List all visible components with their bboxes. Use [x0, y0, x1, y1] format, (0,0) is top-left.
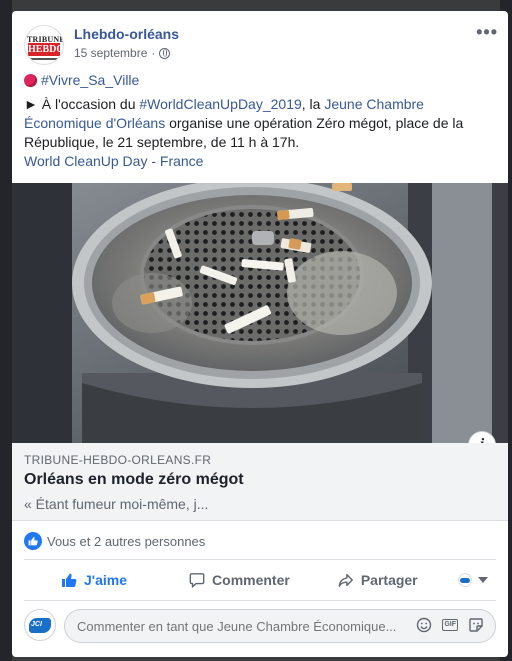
commenter-avatar[interactable]: JCI: [24, 609, 56, 641]
background-left: [0, 0, 12, 661]
reactions-text[interactable]: Vous et 2 autres personnes: [47, 534, 205, 549]
share-icon: [338, 573, 353, 587]
comment-label: Commenter: [212, 572, 290, 588]
red-circle-icon: [24, 74, 37, 87]
more-options-icon[interactable]: •••: [476, 23, 498, 41]
post-header: TRIBUNE HEBDO Lhebdo-orléans 15 septembr…: [22, 23, 498, 67]
comment-tools: GIF: [416, 617, 484, 633]
post-meta: 15 septembre ·: [74, 46, 171, 60]
hashtag-vivre-sa-ville[interactable]: #Vivre_Sa_Ville: [41, 72, 139, 88]
reactions-summary[interactable]: Vous et 2 autres personnes: [24, 531, 496, 551]
audience-selector[interactable]: [458, 573, 488, 587]
meta-separator: ·: [151, 46, 156, 60]
post-card: TRIBUNE HEBDO Lhebdo-orléans 15 septembr…: [12, 11, 508, 657]
like-button[interactable]: J'aime: [61, 572, 127, 588]
link-preview[interactable]: TRIBUNE-HEBDO-ORLEANS.FR Orléans en mode…: [12, 443, 508, 521]
gif-icon[interactable]: GIF: [442, 619, 458, 631]
thumbs-up-icon: [62, 573, 77, 587]
comment-composer: JCI GIF: [24, 609, 496, 643]
post-date[interactable]: 15 septembre: [74, 46, 147, 60]
like-reaction-icon: [24, 532, 42, 550]
sticker-icon[interactable]: [468, 617, 484, 633]
page-name-link[interactable]: Lhebdo-orléans: [74, 26, 179, 42]
avatar-logo-line2: HEBDO: [28, 43, 64, 56]
comment-icon: [189, 573, 205, 588]
emoji-icon[interactable]: [416, 617, 432, 633]
share-button[interactable]: Partager: [338, 572, 418, 588]
jci-logo-text: JCI: [31, 621, 42, 628]
post-text-la: , la: [301, 96, 325, 112]
globe-icon: [159, 47, 171, 59]
post-text: #Vivre_Sa_Ville ► À l'occasion du #World…: [24, 71, 496, 171]
link-preview-image[interactable]: i: [12, 183, 508, 443]
world-cleanup-day-page-link[interactable]: World CleanUp Day - France: [24, 153, 203, 169]
link-preview-title[interactable]: Orléans en mode zéro mégot: [24, 471, 244, 489]
divider-bottom: [24, 600, 496, 601]
chevron-down-icon: [478, 577, 488, 583]
post-text-intro: ► À l'occasion du: [24, 96, 140, 112]
page-avatar[interactable]: TRIBUNE HEBDO: [24, 25, 64, 65]
jci-mini-avatar: [458, 573, 472, 587]
link-preview-domain: TRIBUNE-HEBDO-ORLEANS.FR: [24, 453, 212, 467]
action-bar: J'aime Commenter Partager: [24, 562, 496, 598]
ashtray-photo: [12, 183, 508, 443]
avatar-logo-rule: [30, 58, 58, 60]
divider-top: [24, 559, 496, 560]
hashtag-world-cleanup-day[interactable]: #WorldCleanUpDay_2019: [139, 96, 301, 112]
like-label: J'aime: [84, 572, 128, 588]
link-preview-description: « Étant fumeur moi-même, j...: [24, 496, 209, 512]
share-label: Partager: [360, 572, 418, 588]
comment-button[interactable]: Commenter: [189, 572, 290, 588]
